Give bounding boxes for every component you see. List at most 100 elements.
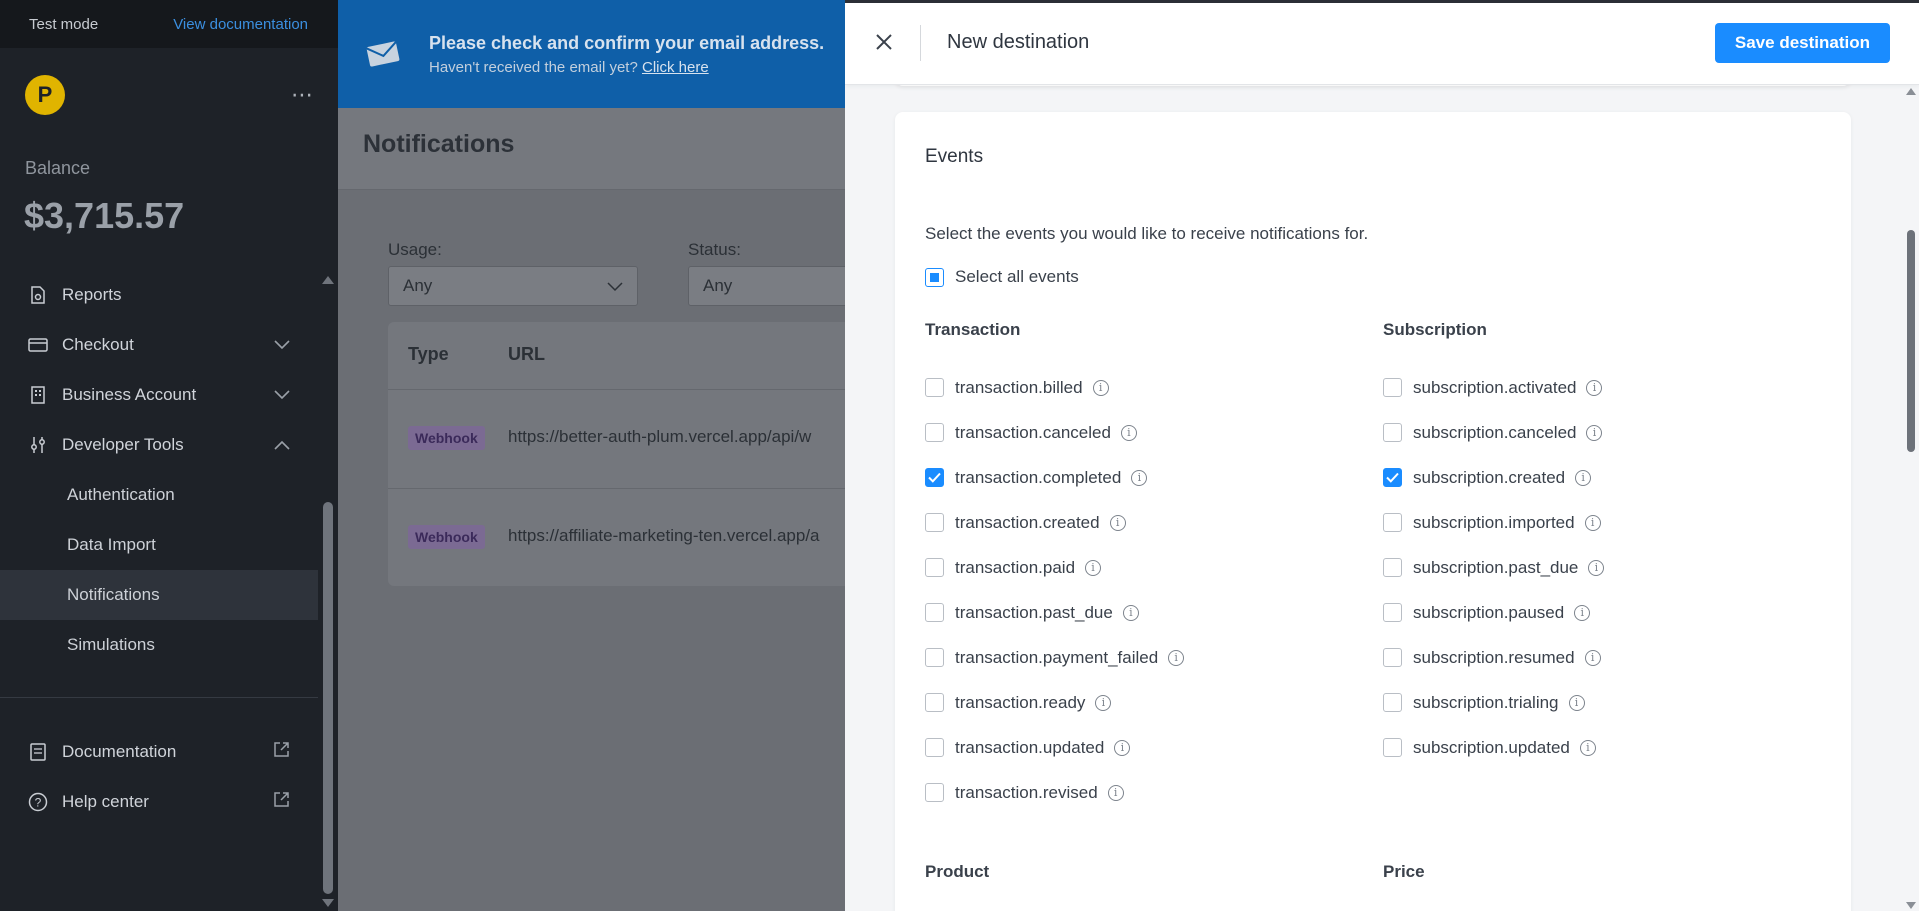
checkbox[interactable] xyxy=(925,378,944,397)
event-checkbox-row[interactable]: transaction.billed i xyxy=(925,365,1184,410)
info-icon[interactable]: i xyxy=(1085,559,1102,576)
sidebar-item-developer-tools[interactable]: Developer Tools xyxy=(0,420,320,470)
info-icon[interactable]: i xyxy=(1588,559,1605,576)
event-checkbox-row[interactable]: subscription.imported i xyxy=(1383,500,1604,545)
panel-scroll-thumb[interactable] xyxy=(1907,230,1915,452)
info-icon[interactable]: i xyxy=(1575,469,1592,486)
sidebar-item-business-account[interactable]: Business Account xyxy=(0,370,320,420)
sidebar-item-documentation[interactable]: Documentation xyxy=(0,727,320,777)
checkbox[interactable] xyxy=(1383,648,1402,667)
sidebar-subitem-simulations[interactable]: Simulations xyxy=(0,620,320,670)
usage-filter-select[interactable]: Any xyxy=(388,266,638,306)
chevron-up-icon[interactable] xyxy=(274,435,290,455)
checkbox[interactable] xyxy=(925,423,944,442)
info-icon[interactable]: i xyxy=(1568,694,1585,711)
event-label: subscription.updated xyxy=(1413,737,1570,757)
info-icon[interactable]: i xyxy=(1120,424,1137,441)
event-checkbox-row[interactable]: subscription.trialing i xyxy=(1383,680,1604,725)
checkbox[interactable] xyxy=(925,558,944,577)
sidebar-subitem-data-import[interactable]: Data Import xyxy=(0,520,320,570)
info-icon[interactable]: i xyxy=(1131,469,1148,486)
destination-url[interactable]: https://affiliate-marketing-ten.vercel.a… xyxy=(508,526,820,546)
table-row[interactable]: Webhook https://better-auth-plum.vercel.… xyxy=(388,389,845,489)
select-all-checkbox-box[interactable] xyxy=(925,267,944,287)
info-icon[interactable]: i xyxy=(1168,649,1185,666)
banner-click-here-link[interactable]: Click here xyxy=(642,59,709,76)
info-icon[interactable]: i xyxy=(1092,379,1109,396)
info-icon[interactable]: i xyxy=(1107,784,1124,801)
scroll-up-arrow-icon[interactable] xyxy=(322,276,334,284)
balance-label: Balance xyxy=(25,158,91,178)
info-icon[interactable]: i xyxy=(1095,694,1112,711)
table-row[interactable]: Webhook https://affiliate-marketing-ten.… xyxy=(388,488,845,588)
info-icon[interactable]: i xyxy=(1114,739,1131,756)
sidebar-subitem-notifications[interactable]: Notifications xyxy=(0,570,318,620)
info-icon[interactable]: i xyxy=(1122,604,1139,621)
event-checkbox-row[interactable]: subscription.paused i xyxy=(1383,590,1604,635)
status-filter-select[interactable]: Any xyxy=(688,266,845,306)
info-icon[interactable]: i xyxy=(1109,514,1126,531)
event-checkbox-row[interactable]: subscription.updated i xyxy=(1383,725,1604,770)
info-icon[interactable]: i xyxy=(1579,739,1596,756)
checkbox[interactable] xyxy=(925,603,944,622)
sidebar-item-help-center[interactable]: ? Help center xyxy=(0,777,320,827)
sidebar-item-label: Reports xyxy=(62,285,122,304)
sidebar-item-checkout[interactable]: Checkout xyxy=(0,320,320,370)
event-checkbox-row[interactable]: subscription.activated i xyxy=(1383,365,1604,410)
event-checkbox-row[interactable]: subscription.past_due i xyxy=(1383,545,1605,590)
event-checkbox-row[interactable]: transaction.ready i xyxy=(925,680,1184,725)
view-documentation-link[interactable]: View documentation xyxy=(173,16,308,33)
checkbox[interactable] xyxy=(1383,378,1402,397)
panel-title: New destination xyxy=(947,31,1090,53)
more-options-icon[interactable]: ⋯ xyxy=(291,82,315,108)
event-checkbox-row[interactable]: transaction.created i xyxy=(925,500,1184,545)
sidebar-scrollbar[interactable] xyxy=(320,276,334,911)
checkbox[interactable] xyxy=(925,648,944,667)
panel-scrollbar[interactable] xyxy=(1903,85,1919,911)
event-checkbox-row[interactable]: transaction.payment_failed i xyxy=(925,635,1185,680)
checkbox[interactable] xyxy=(1383,738,1402,757)
checkbox[interactable] xyxy=(1383,513,1402,532)
event-checkbox-row[interactable]: transaction.paid i xyxy=(925,545,1184,590)
checkbox[interactable] xyxy=(925,738,944,757)
info-icon[interactable]: i xyxy=(1584,514,1601,531)
event-checkbox-row[interactable]: transaction.past_due i xyxy=(925,590,1184,635)
chevron-down-icon[interactable] xyxy=(274,385,290,405)
event-checkbox-row[interactable]: subscription.resumed i xyxy=(1383,635,1604,680)
checkbox-checked[interactable] xyxy=(925,468,944,487)
checkbox[interactable] xyxy=(1383,558,1402,577)
event-checkbox-row[interactable]: subscription.canceled i xyxy=(1383,410,1604,455)
destination-url[interactable]: https://better-auth-plum.vercel.app/api/… xyxy=(508,427,811,447)
info-icon[interactable]: i xyxy=(1574,604,1591,621)
chevron-down-icon[interactable] xyxy=(274,335,290,355)
checkbox[interactable] xyxy=(1383,693,1402,712)
info-icon[interactable]: i xyxy=(1586,379,1603,396)
event-label: transaction.completed xyxy=(955,467,1122,487)
checkbox-checked[interactable] xyxy=(1383,468,1402,487)
scroll-down-arrow-icon[interactable] xyxy=(1906,902,1916,909)
info-icon[interactable]: i xyxy=(1584,649,1601,666)
header-divider xyxy=(920,25,921,61)
account-logo[interactable]: P xyxy=(25,75,65,115)
save-destination-button[interactable]: Save destination xyxy=(1714,23,1890,63)
event-checkbox-row[interactable]: subscription.created i xyxy=(1383,455,1604,500)
event-checkbox-row[interactable]: transaction.completed i xyxy=(925,455,1184,500)
select-all-events-checkbox[interactable]: Select all events xyxy=(925,267,1079,287)
info-icon[interactable]: i xyxy=(1586,424,1603,441)
scroll-up-arrow-icon[interactable] xyxy=(1906,88,1916,95)
sidebar-item-label: Checkout xyxy=(62,335,134,354)
close-icon[interactable] xyxy=(873,31,895,53)
sidebar-scroll-thumb[interactable] xyxy=(323,502,333,894)
event-checkbox-row[interactable]: transaction.canceled i xyxy=(925,410,1184,455)
checkbox[interactable] xyxy=(925,783,944,802)
checkbox[interactable] xyxy=(925,693,944,712)
checkbox[interactable] xyxy=(1383,603,1402,622)
event-checkbox-row[interactable]: transaction.updated i xyxy=(925,725,1184,770)
sidebar-subitem-authentication[interactable]: Authentication xyxy=(0,470,320,520)
sidebar: Test mode View documentation P ⋯ Balance… xyxy=(0,0,338,911)
checkbox[interactable] xyxy=(1383,423,1402,442)
scroll-down-arrow-icon[interactable] xyxy=(322,899,334,907)
event-checkbox-row[interactable]: transaction.revised i xyxy=(925,770,1184,815)
sidebar-item-reports[interactable]: Reports xyxy=(0,270,320,320)
checkbox[interactable] xyxy=(925,513,944,532)
